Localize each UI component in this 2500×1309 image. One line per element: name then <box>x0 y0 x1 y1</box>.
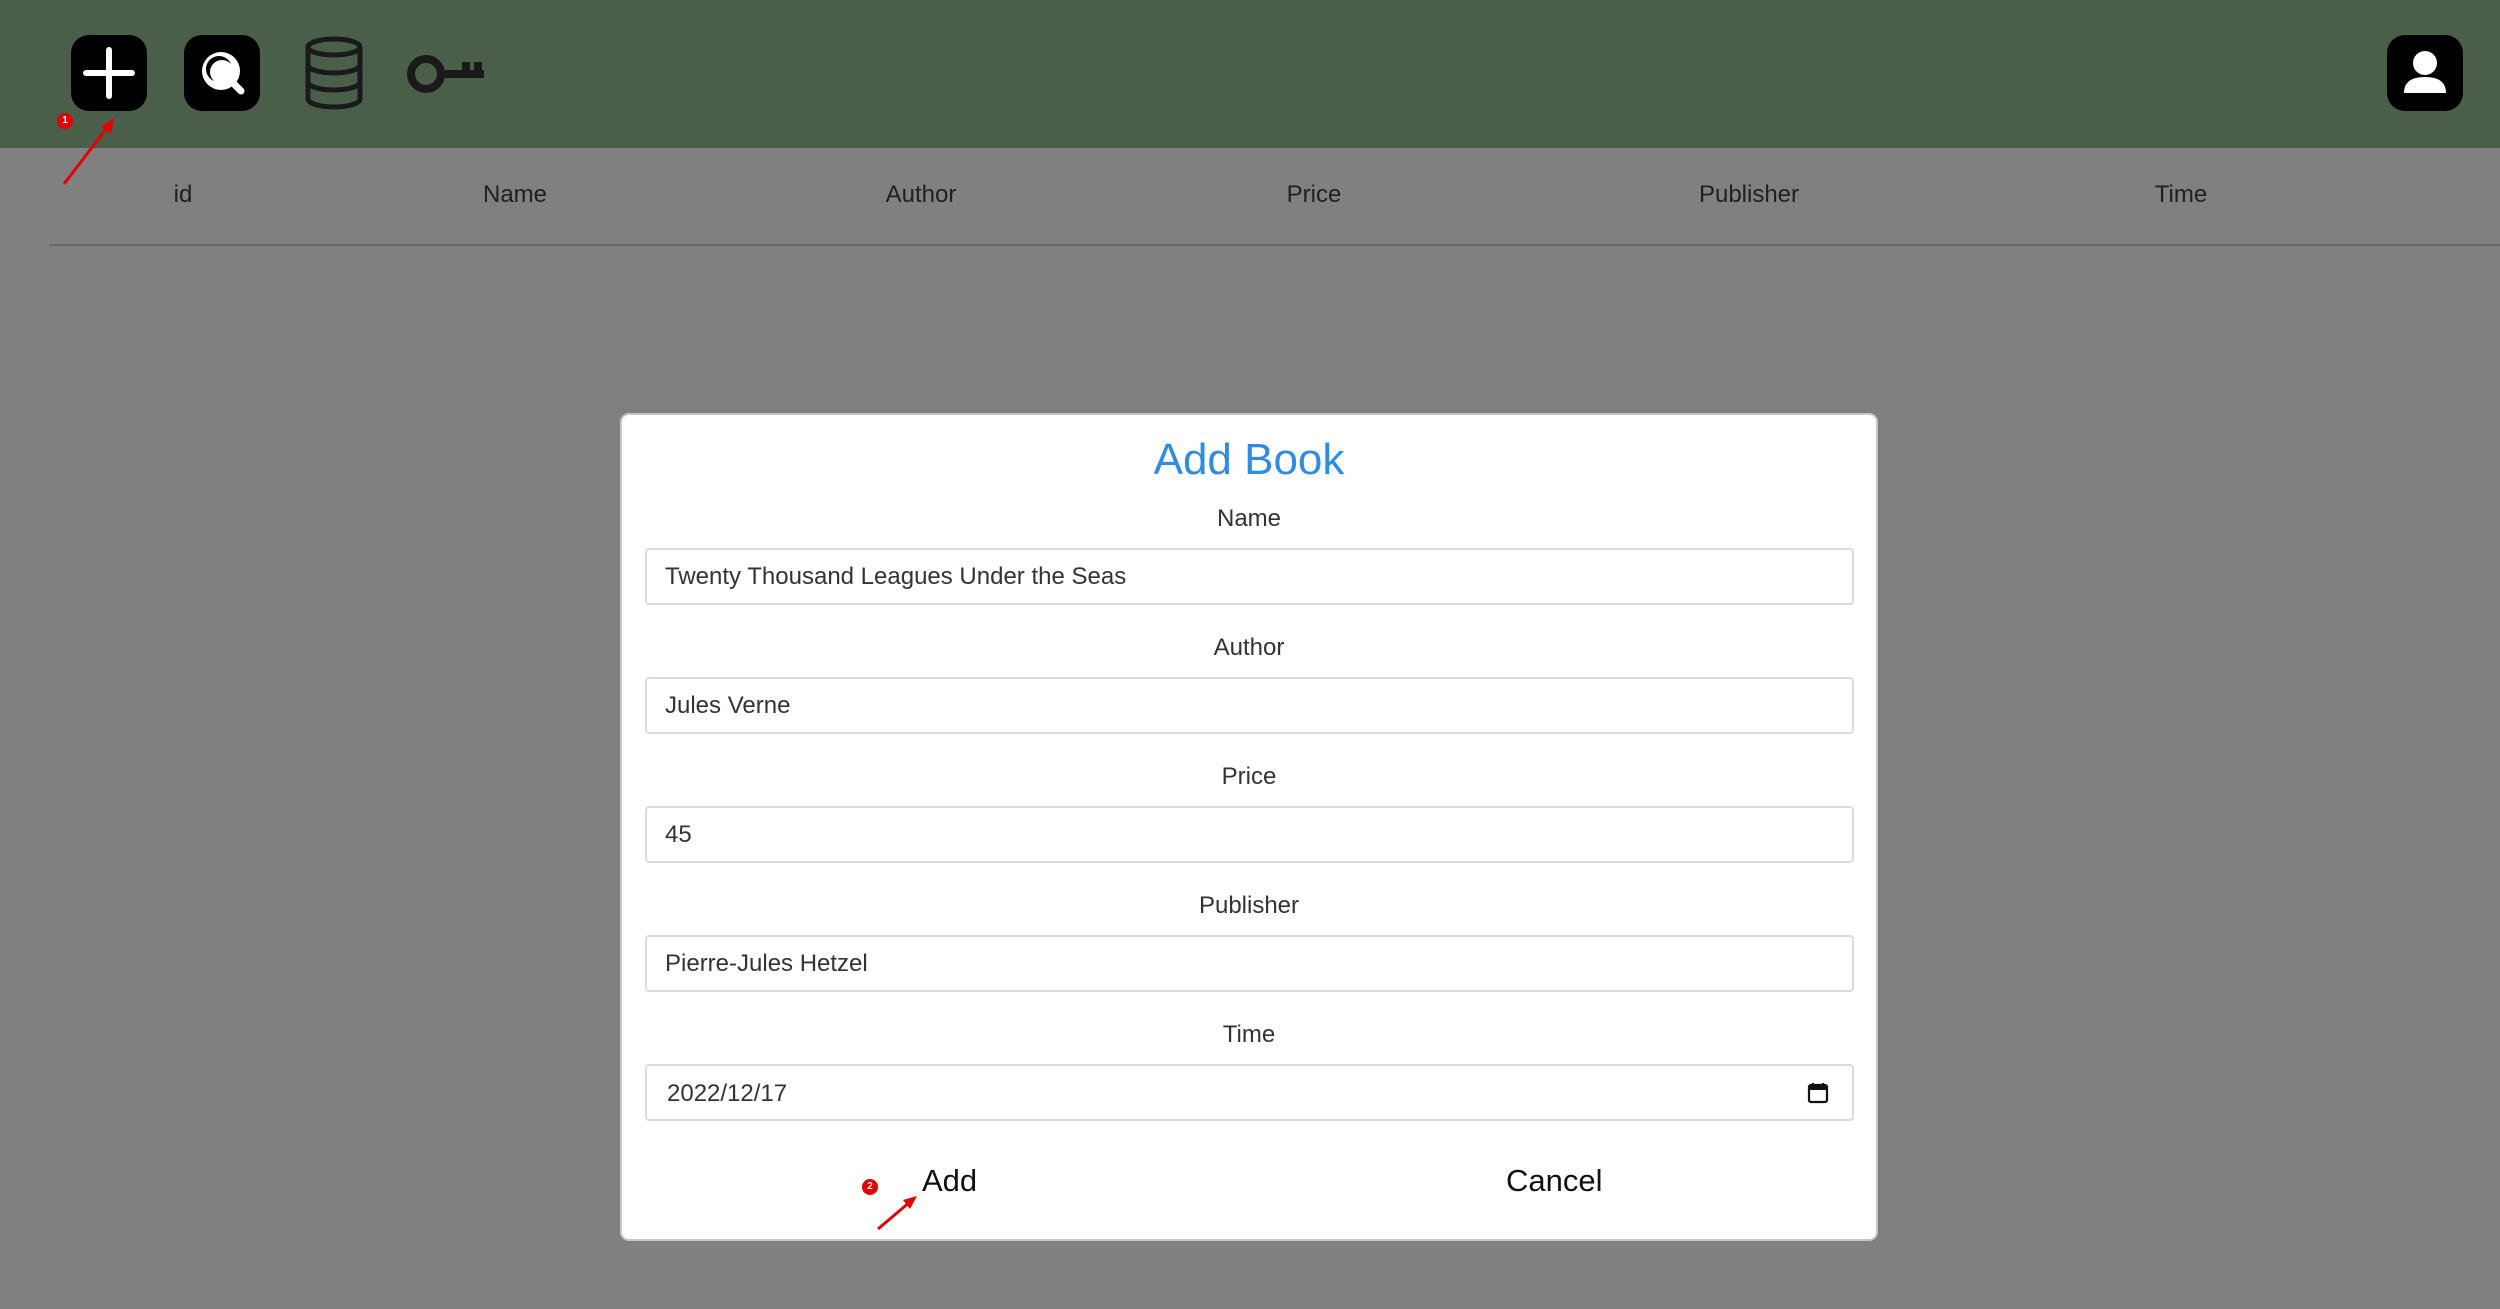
books-table-header: id Name Author Price Publisher Time <box>50 148 2500 246</box>
database-button[interactable] <box>296 35 372 111</box>
annotation-badge-2: 2 <box>862 1179 878 1195</box>
author-input[interactable] <box>645 677 1854 734</box>
dialog-title: Add Book <box>1153 435 1345 484</box>
top-toolbar <box>0 0 2500 148</box>
column-header-name: Name <box>482 181 548 208</box>
add-book-button[interactable] <box>71 35 147 111</box>
key-icon <box>407 55 484 93</box>
search-button[interactable] <box>184 35 260 111</box>
author-label: Author <box>1213 634 1285 661</box>
column-header-price: Price <box>1286 181 1342 208</box>
add-button[interactable]: Add <box>922 1163 977 1199</box>
search-icon <box>202 52 245 95</box>
publisher-input[interactable] <box>645 935 1854 992</box>
add-book-dialog: Add Book Name Author Price Publisher Tim… <box>620 413 1878 1241</box>
time-label: Time <box>1222 1021 1276 1048</box>
time-date-input[interactable]: 2022/12/17 <box>645 1064 1854 1121</box>
time-date-value: 2022/12/17 <box>667 1080 788 1107</box>
plus-icon <box>83 47 135 99</box>
publisher-label: Publisher <box>1198 892 1300 919</box>
column-header-publisher: Publisher <box>1698 181 1800 208</box>
price-label: Price <box>1221 763 1277 790</box>
column-header-author: Author <box>885 181 957 208</box>
user-account-button[interactable] <box>2387 35 2463 111</box>
key-button[interactable] <box>406 35 486 111</box>
name-label: Name <box>1216 505 1282 532</box>
cancel-button[interactable]: Cancel <box>1506 1163 1603 1199</box>
database-icon <box>305 36 363 110</box>
column-header-time: Time <box>2154 181 2208 208</box>
price-input[interactable] <box>645 806 1854 863</box>
user-icon <box>2404 51 2446 93</box>
name-input[interactable] <box>645 548 1854 605</box>
calendar-icon[interactable] <box>1806 1081 1830 1105</box>
annotation-badge-1: 1 <box>57 113 73 129</box>
column-header-id: id <box>173 181 193 208</box>
